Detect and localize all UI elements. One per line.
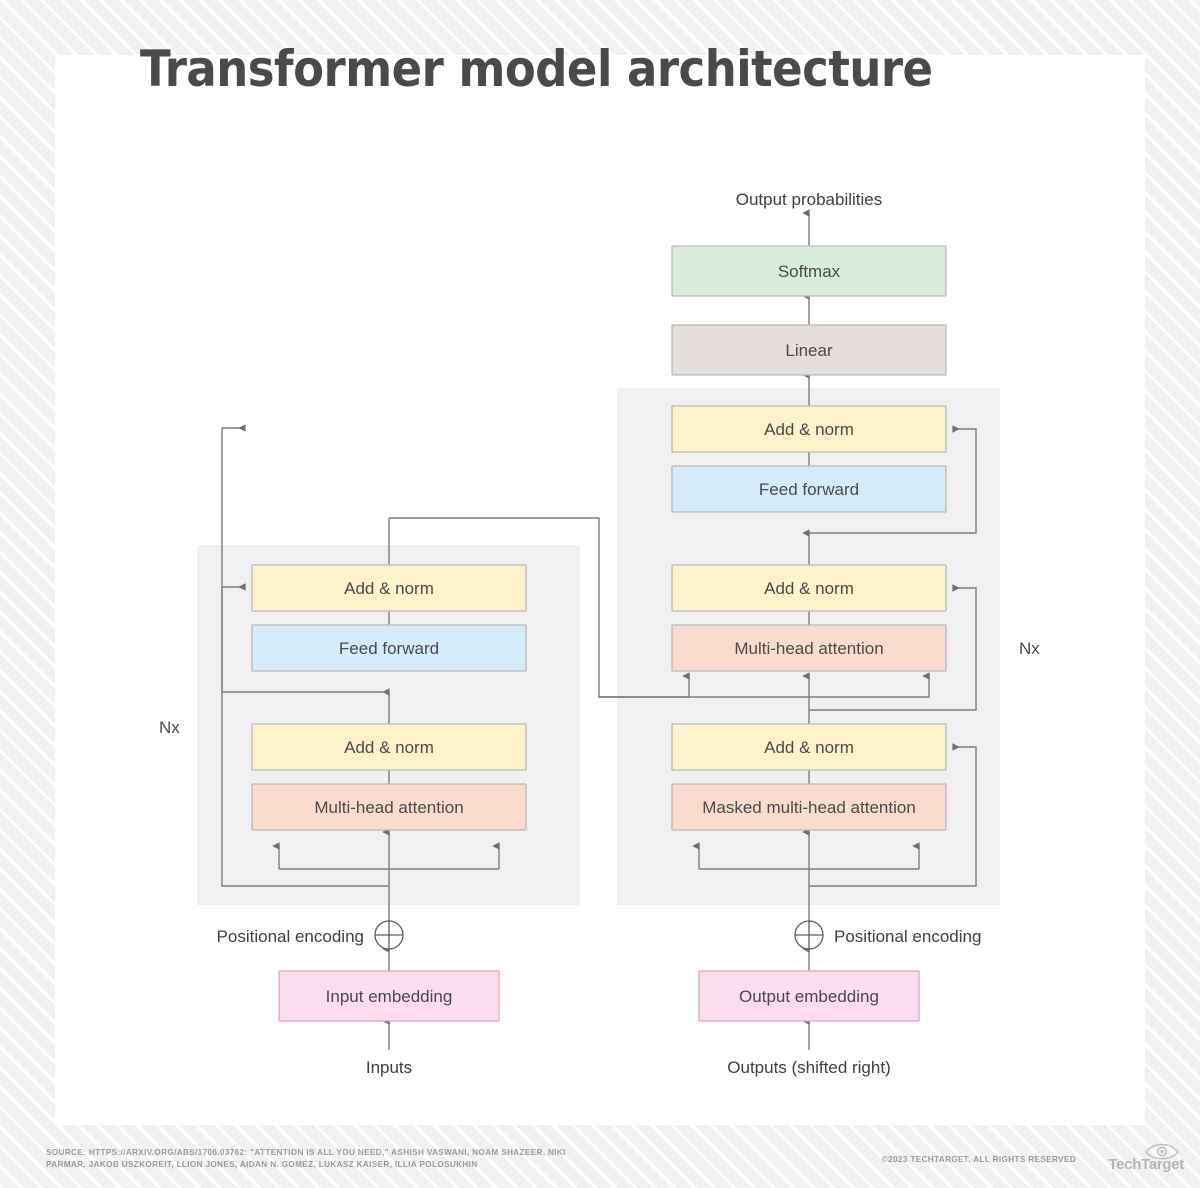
copyright-notice: ©2023 TECHTARGET. ALL RIGHTS RESERVED: [881, 1155, 1076, 1164]
page-title: Transformer model architecture: [140, 40, 933, 98]
source-attribution: SOURCE: HTTPS://ARXIV.ORG/ABS/1706.03762…: [46, 1148, 566, 1169]
techtarget-wordmark: TechTarget: [1108, 1156, 1184, 1173]
diagram-card: [55, 55, 1145, 1125]
footer: SOURCE: HTTPS://ARXIV.ORG/ABS/1706.03762…: [0, 1128, 1200, 1188]
